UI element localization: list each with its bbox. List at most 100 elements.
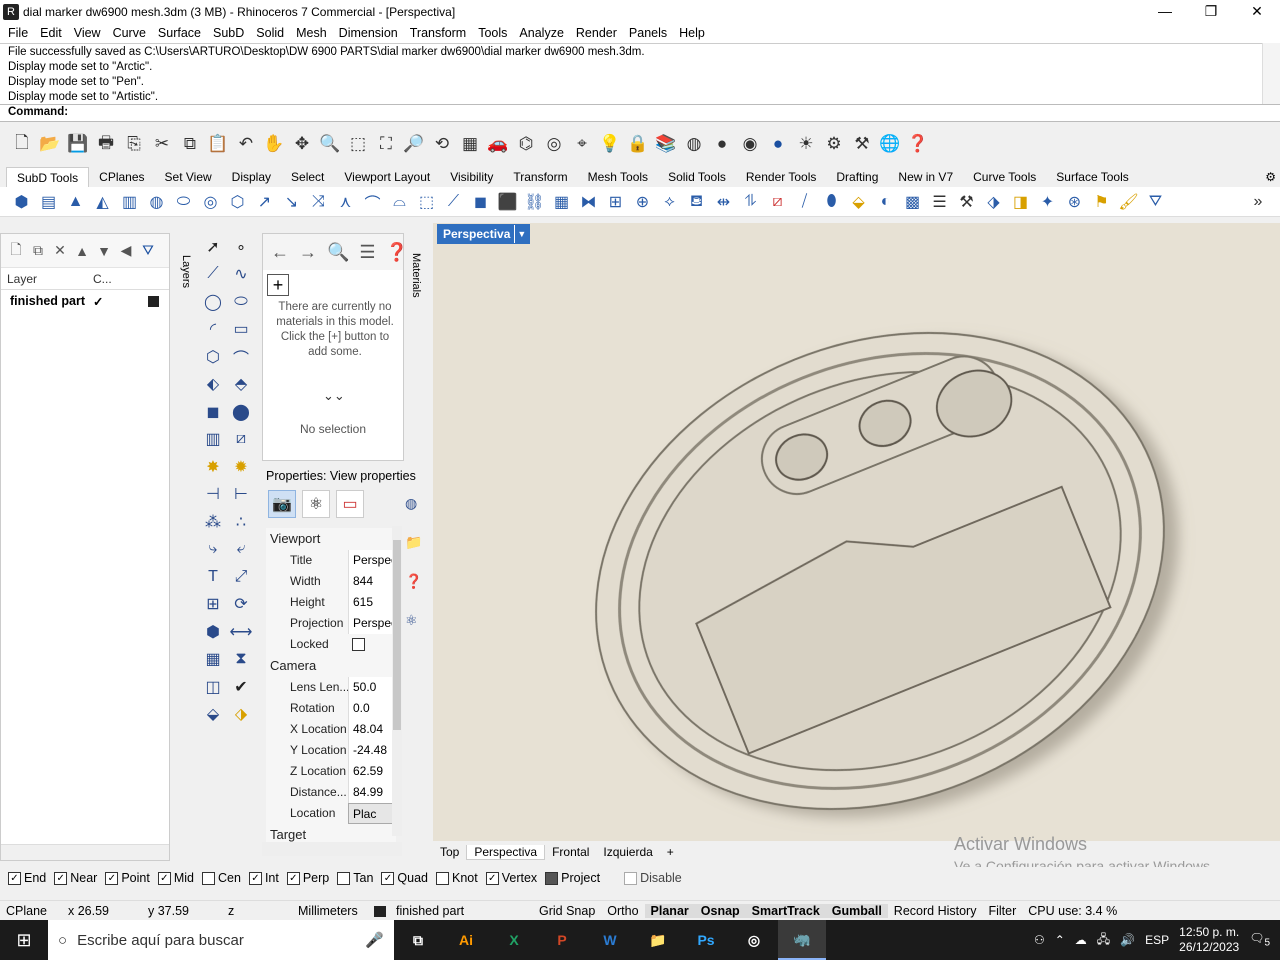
osnap-mid-checkbox[interactable]: ✓ xyxy=(157,871,171,885)
subd-flag-icon[interactable]: ⚑ xyxy=(1090,190,1114,214)
cut-icon[interactable]: ✂ xyxy=(150,132,174,156)
menu-help[interactable]: Help xyxy=(673,26,711,40)
shaded-sphere-icon[interactable]: ● xyxy=(710,132,734,156)
globe-icon[interactable]: 🌐 xyxy=(878,132,902,156)
subd-cup-icon[interactable]: ⛾ xyxy=(685,190,709,214)
rotate-view-icon[interactable]: ⟲ xyxy=(430,132,454,156)
layers-tab[interactable]: Layers xyxy=(170,237,192,317)
osnap-tan-checkbox[interactable] xyxy=(337,871,351,885)
layer-color-swatch[interactable] xyxy=(148,295,159,307)
planar-toggle[interactable]: Planar xyxy=(644,904,695,918)
arc-icon[interactable]: ◜ xyxy=(210,319,216,339)
menu-subd[interactable]: SubD xyxy=(207,26,250,40)
subd-platonic-icon[interactable]: ⬡ xyxy=(226,190,250,214)
open-file-icon[interactable]: 📂 xyxy=(38,132,62,156)
osnap-vertex-checkbox[interactable]: ✓ xyxy=(485,871,499,885)
analyze-icon[interactable]: ◫ xyxy=(205,677,220,697)
file-explorer-icon[interactable]: 📁 xyxy=(634,920,682,960)
powerpoint-icon[interactable]: P xyxy=(538,920,586,960)
subd-slide-icon[interactable]: ⧄ xyxy=(766,190,790,214)
show-hidden-icon[interactable]: ⌃ xyxy=(1055,933,1065,947)
subd-mirror-icon[interactable]: ⥮ xyxy=(739,190,763,214)
y-location-field[interactable]: -24.48 xyxy=(348,740,396,761)
osnap-project-checkbox[interactable] xyxy=(545,871,559,885)
width-field[interactable]: 844 xyxy=(348,571,396,592)
camera-icon[interactable]: 📷 xyxy=(268,490,296,518)
subd-bridge-icon[interactable]: ⟋ xyxy=(442,190,466,214)
tab-transform[interactable]: Transform xyxy=(503,167,577,187)
command-input[interactable]: Command: xyxy=(0,104,1280,122)
units-label[interactable]: Millimeters xyxy=(292,904,368,918)
layer-column-header[interactable]: Layer xyxy=(1,272,87,286)
help-icon[interactable]: ❓ xyxy=(906,132,930,156)
render-icon[interactable]: ⬙ xyxy=(207,704,219,724)
export-icon[interactable]: ⎘ xyxy=(122,132,146,156)
boolean-union-icon[interactable]: ⬤ xyxy=(232,402,250,422)
move-out-icon[interactable]: ◀ xyxy=(117,242,135,259)
maximize-button[interactable]: ❐ xyxy=(1188,0,1234,23)
folder-icon[interactable]: 📁 xyxy=(405,534,422,551)
subd-convert-icon[interactable]: ⬗ xyxy=(982,190,1006,214)
pan-hand-icon[interactable]: ✋ xyxy=(262,132,286,156)
viewport-frame-icon[interactable]: ▭ xyxy=(336,490,364,518)
osnap-point[interactable]: ✓ Point xyxy=(105,871,150,885)
subd-fillet-icon[interactable]: ⬮ xyxy=(820,190,844,214)
new-sublayer-icon[interactable]: ⧉ xyxy=(29,242,47,259)
volume-icon[interactable]: 🔊 xyxy=(1120,933,1135,947)
move-view-icon[interactable]: ✥ xyxy=(290,132,314,156)
osnap-disable-checkbox[interactable] xyxy=(624,871,638,885)
forward-icon[interactable]: → xyxy=(299,242,317,263)
menu-transform[interactable]: Transform xyxy=(404,26,473,40)
expand-chevron-icon[interactable]: ⌄⌄ xyxy=(323,388,345,404)
move-down-icon[interactable]: ▼ xyxy=(95,243,113,259)
tab-drafting[interactable]: Drafting xyxy=(826,167,888,187)
subd-sweep-2-icon[interactable]: ⌓ xyxy=(388,190,412,214)
menu-analyze[interactable]: Analyze xyxy=(513,26,569,40)
osnap-quad[interactable]: ✓ Quad xyxy=(381,871,428,885)
tab-surface-tools[interactable]: Surface Tools xyxy=(1046,167,1139,187)
move-up-icon[interactable]: ▲ xyxy=(73,243,91,259)
zoom-window-icon[interactable]: ⬚ xyxy=(346,132,370,156)
menu-view[interactable]: View xyxy=(68,26,107,40)
notifications-icon[interactable]: 🗨5 xyxy=(1249,931,1270,948)
menu-render[interactable]: Render xyxy=(570,26,623,40)
gumball-toggle[interactable]: Gumball xyxy=(825,904,888,918)
tab-perspectiva[interactable]: Perspectiva xyxy=(466,844,546,860)
sun-icon[interactable]: ☀ xyxy=(794,132,818,156)
projection-field[interactable]: Perspec xyxy=(348,613,396,634)
layer-name[interactable]: finished part xyxy=(1,294,93,308)
subd-pyramid-icon[interactable]: ◭ xyxy=(91,190,115,214)
object-properties-icon[interactable]: ⚛ xyxy=(302,490,330,518)
subd-ellipsoid-icon[interactable]: ⬭ xyxy=(172,190,196,214)
ortho-toggle[interactable]: Ortho xyxy=(601,904,644,918)
osnap-near-checkbox[interactable]: ✓ xyxy=(54,871,68,885)
locked-checkbox[interactable] xyxy=(348,634,396,655)
cylinder-icon[interactable]: ▥ xyxy=(205,429,220,449)
osnap-perp[interactable]: ✓ Perp xyxy=(286,871,329,885)
layer-row[interactable]: finished part ✓ xyxy=(1,290,169,312)
gumball-icon[interactable]: ⧗ xyxy=(235,650,246,668)
light-bulb-icon[interactable]: 💡 xyxy=(598,132,622,156)
dimension-icon[interactable]: ⟷ xyxy=(230,622,253,642)
menu-icon[interactable]: ☰ xyxy=(359,242,375,263)
osnap-knot-checkbox[interactable] xyxy=(436,871,449,885)
rhino-taskbar-icon[interactable]: 🦏 xyxy=(778,920,826,960)
paint-icon[interactable]: ⬗ xyxy=(235,704,247,724)
wireframe-icon[interactable]: ⌬ xyxy=(514,132,538,156)
osnap-toggle[interactable]: Osnap xyxy=(694,904,746,918)
microphone-icon[interactable]: 🎤 xyxy=(365,931,384,949)
tab-render-tools[interactable]: Render Tools xyxy=(736,167,827,187)
task-view-icon[interactable]: ⧉ xyxy=(394,920,442,960)
title-field[interactable]: Perspec xyxy=(348,550,396,571)
rendered-sphere-icon[interactable]: ◉ xyxy=(738,132,762,156)
menu-dimension[interactable]: Dimension xyxy=(333,26,404,40)
history-scrollbar[interactable] xyxy=(1262,43,1280,105)
paste-icon[interactable]: 📋 xyxy=(206,132,230,156)
explode-icon[interactable]: ✸ xyxy=(206,457,219,477)
surface-corner-icon[interactable]: ⬖ xyxy=(207,374,219,394)
add-material-button[interactable]: + xyxy=(267,274,289,296)
osnap-int[interactable]: ✓ Int xyxy=(248,871,279,885)
offset-2-icon[interactable]: ⤶ xyxy=(237,540,246,558)
color-wheel-icon[interactable]: ◍ xyxy=(682,132,706,156)
viewport-title-tab[interactable]: Perspectiva ▼ xyxy=(437,224,531,244)
